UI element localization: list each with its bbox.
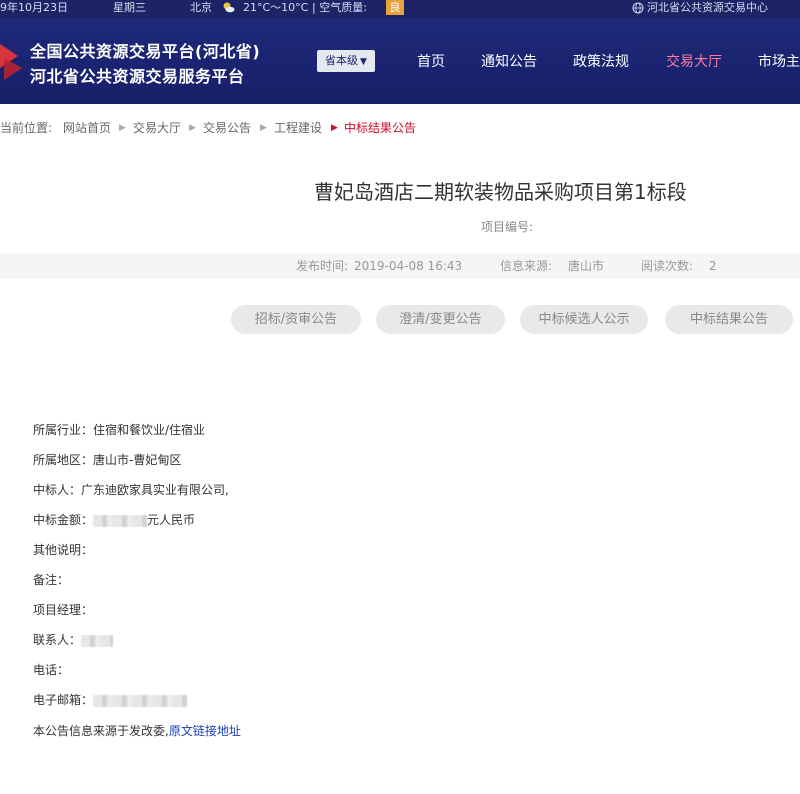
breadcrumb-separator-icon: ▶	[189, 123, 196, 133]
breadcrumb-item-announcements[interactable]: 交易公告	[203, 114, 251, 142]
tab-tender-notice[interactable]: 招标/资审公告	[231, 305, 361, 334]
center-link[interactable]: 河北省公共资源交易中心	[647, 0, 768, 16]
nav-notices[interactable]: 通知公告	[481, 51, 537, 71]
tab-candidate-notice[interactable]: 中标候选人公示	[520, 305, 648, 334]
logo-icon[interactable]	[0, 36, 24, 86]
sun-cloud-icon	[223, 2, 235, 13]
breadcrumb-separator-icon: ▶	[331, 123, 338, 133]
city-text: 北京	[190, 1, 212, 14]
air-quality-badge: 良	[386, 0, 404, 15]
air-quality-label: | 空气质量:	[312, 1, 367, 14]
site-title-line1[interactable]: 全国公共资源交易平台(河北省)	[30, 38, 260, 62]
site-title-line2[interactable]: 河北省公共资源交易服务平台	[30, 63, 245, 87]
breadcrumb: 当前位置: 网站首页 ▶ 交易大厅 ▶ 交易公告 ▶ 工程建设 ▶ 中标结果公告	[0, 114, 800, 142]
source-value: 唐山市	[568, 259, 605, 273]
email-label: 电子邮箱：	[33, 693, 94, 707]
project-number-label: 项目编号:	[481, 220, 534, 234]
breadcrumb-label: 当前位置:	[0, 121, 53, 135]
contact-label: 联系人：	[33, 633, 82, 647]
source-note-text: 本公告信息来源于发改委,	[33, 724, 169, 738]
top-info-bar: 9年10月23日 星期三 北京 21°C～10°C | 空气质量: 良 河北省公…	[0, 0, 800, 18]
field-contact: 联系人：	[33, 632, 114, 648]
field-region: 所属地区：唐山市-曹妃甸区	[33, 453, 182, 467]
source-link[interactable]: 原文链接地址	[169, 724, 241, 738]
redacted-email	[93, 694, 188, 707]
amount-label: 中标金额：	[33, 513, 94, 527]
site-header: 全国公共资源交易平台(河北省) 河北省公共资源交易服务平台 省本级 ▼ 首页 通知…	[0, 18, 800, 104]
globe-icon	[632, 2, 644, 14]
caret-down-icon: ▼	[360, 57, 367, 67]
breadcrumb-current: 中标结果公告	[344, 121, 417, 135]
breadcrumb-separator-icon: ▶	[260, 123, 267, 133]
redacted-amount	[93, 514, 148, 527]
level-select[interactable]: 省本级 ▼	[317, 50, 375, 72]
field-manager: 项目经理：	[33, 603, 94, 617]
article-meta-bar: 发布时间: 2019-04-08 16:43 信息来源: 唐山市 阅读次数: 2	[0, 253, 800, 279]
amount-unit: 元人民币	[147, 513, 196, 527]
breadcrumb-item-trading-hall[interactable]: 交易大厅	[133, 114, 181, 142]
tab-result-notice[interactable]: 中标结果公告	[665, 305, 793, 334]
field-amount: 中标金额： 元人民币	[33, 512, 195, 528]
publish-time-value: 2019-04-08 16:43	[354, 259, 463, 273]
source-label: 信息来源:	[500, 259, 553, 273]
redacted-contact	[81, 634, 114, 647]
field-remark: 备注：	[33, 573, 70, 587]
weekday-text: 星期三	[113, 1, 146, 14]
views-value: 2	[709, 259, 717, 273]
temperature-text: 21°C～10°C	[243, 1, 309, 14]
page-title: 曹妃岛酒店二期软装物品采购项目第1标段	[314, 180, 687, 204]
nav-market-entities[interactable]: 市场主	[758, 51, 800, 71]
field-industry: 所属行业：住宿和餐饮业/住宿业	[33, 423, 206, 437]
field-other: 其他说明：	[33, 543, 94, 557]
nav-policies[interactable]: 政策法规	[573, 51, 629, 71]
nav-home[interactable]: 首页	[417, 51, 445, 71]
field-phone: 电话：	[33, 663, 70, 677]
field-winner: 中标人：广东迪欧家具实业有限公司,	[33, 483, 229, 497]
tab-change-notice[interactable]: 澄清/变更公告	[376, 305, 505, 334]
breadcrumb-item-engineering[interactable]: 工程建设	[274, 114, 322, 142]
breadcrumb-separator-icon: ▶	[119, 123, 126, 133]
publish-time-label: 发布时间:	[296, 259, 349, 273]
level-select-value: 省本级	[325, 54, 359, 67]
nav-trading-hall[interactable]: 交易大厅	[666, 51, 722, 71]
breadcrumb-item-home[interactable]: 网站首页	[63, 114, 111, 142]
field-email: 电子邮箱：	[33, 692, 188, 708]
field-source-note: 本公告信息来源于发改委,原文链接地址	[33, 723, 241, 739]
date-text: 9年10月23日	[0, 1, 68, 14]
views-label: 阅读次数:	[641, 259, 694, 273]
